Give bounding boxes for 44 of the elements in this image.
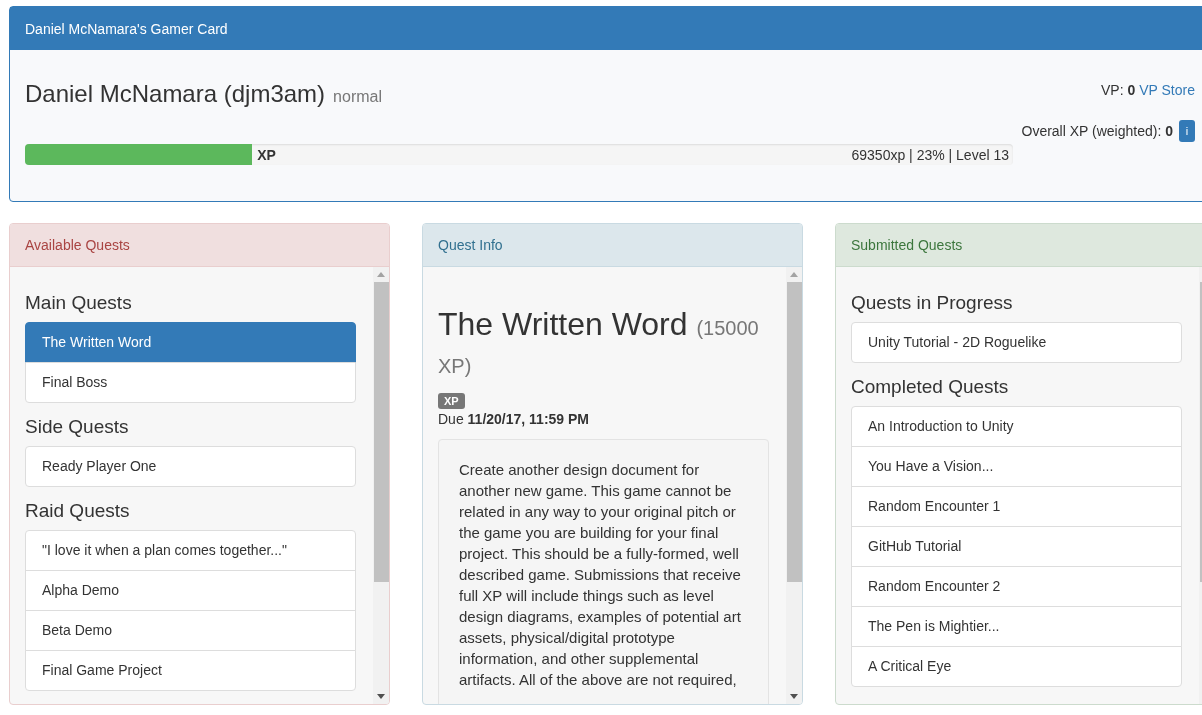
scrollbar-thumb[interactable] bbox=[786, 282, 802, 582]
card-title: Daniel McNamara's Gamer Card bbox=[10, 7, 1202, 50]
quest-item[interactable]: Random Encounter 1 bbox=[851, 485, 1182, 527]
quest-item[interactable]: An Introduction to Unity bbox=[851, 405, 1182, 447]
panel-title: Quest Info bbox=[423, 224, 802, 267]
group-heading: Completed Quests bbox=[851, 376, 1010, 398]
player-mode: normal bbox=[333, 88, 382, 106]
overall-xp-reading: Overall XP (weighted): 0 bbox=[1021, 123, 1173, 139]
due-date: Due 11/20/17, 11:59 PM bbox=[438, 410, 590, 427]
xp-reading: 69350xp | 23% | Level 13 bbox=[851, 146, 1009, 163]
quest-title: The Written Word (15000 XP) bbox=[438, 305, 760, 380]
group-heading: Side Quests bbox=[25, 416, 130, 438]
xp-badge: XP bbox=[438, 392, 465, 409]
quest-item[interactable]: Unity Tutorial - 2D Roguelike bbox=[851, 321, 1182, 363]
quest-description: Create another design document for another new game. This game cannot be related in any way to your original pitch or the game you are building for your final project. This should be a fully-formed, well described game. Submissions that receive full XP will include things such as level design diagrams, examples of potential art assets, physical/digital prototype information, and other supplemental artifacts. All of the above are not required, bbox=[438, 438, 769, 704]
quest-item[interactable]: Beta Demo bbox=[25, 609, 356, 651]
scroll-down-icon[interactable] bbox=[377, 694, 385, 699]
quest-item[interactable]: The Written Word bbox=[25, 321, 356, 363]
scroll-down-icon[interactable] bbox=[790, 694, 798, 699]
quest-item[interactable]: The Pen is Mightier... bbox=[851, 605, 1182, 647]
scrollbar-thumb[interactable] bbox=[373, 282, 389, 582]
quest-item[interactable]: Final Boss bbox=[25, 361, 356, 403]
quest-item[interactable]: "I love it when a plan comes together..." bbox=[25, 529, 356, 571]
scroll-up-icon[interactable] bbox=[377, 272, 385, 277]
quest-item[interactable]: GitHub Tutorial bbox=[851, 525, 1182, 567]
quest-item[interactable]: Alpha Demo bbox=[25, 569, 356, 611]
group-heading: Quests in Progress bbox=[851, 293, 1014, 314]
quest-item[interactable]: Ready Player One bbox=[25, 445, 356, 487]
scrollbar[interactable] bbox=[786, 267, 802, 704]
vp-store-link[interactable]: VP Store bbox=[1139, 82, 1195, 98]
group-heading: Main Quests bbox=[25, 293, 133, 314]
scroll-up-icon[interactable] bbox=[790, 272, 798, 277]
xp-bar-label: XP bbox=[257, 146, 276, 163]
info-button[interactable]: i bbox=[1179, 120, 1195, 142]
group-heading: Raid Quests bbox=[25, 500, 131, 522]
vp-reading: VP: 0 bbox=[1100, 82, 1136, 98]
quest-item[interactable]: A Critical Eye bbox=[851, 645, 1182, 687]
quest-item[interactable]: Final Game Project bbox=[25, 649, 356, 691]
quest-item[interactable]: You Have a Vision... bbox=[851, 445, 1182, 487]
quest-item[interactable]: Random Encounter 2 bbox=[851, 565, 1182, 607]
scrollbar[interactable] bbox=[373, 267, 389, 704]
player-name: Daniel McNamara (djm3am) bbox=[25, 79, 326, 109]
panel-title: Available Quests bbox=[10, 224, 389, 267]
panel-title: Submitted Quests bbox=[836, 224, 1202, 267]
